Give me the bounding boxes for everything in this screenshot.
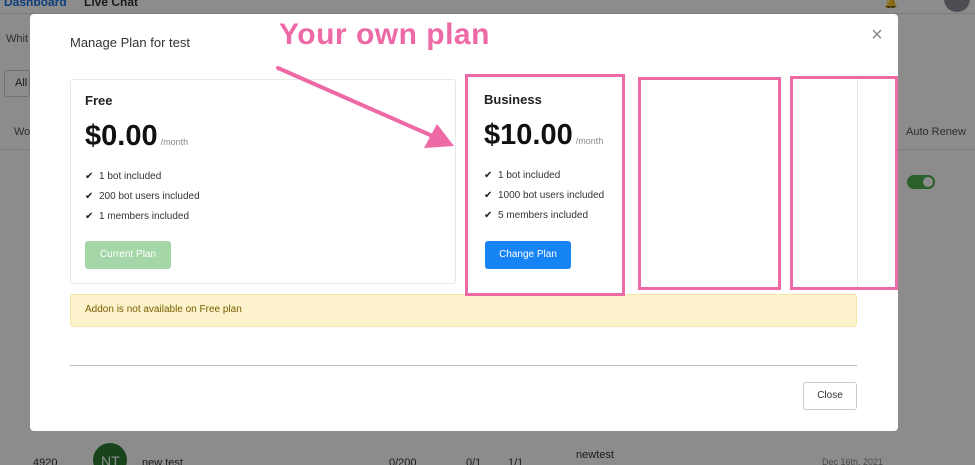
check-icon: ✔ xyxy=(85,211,94,222)
feature-item: ✔ 1 members included xyxy=(85,211,200,231)
plan-features: ✔ 1 bot included ✔ 200 bot users included … xyxy=(85,171,200,231)
feature-text: 1 bot included xyxy=(99,171,162,182)
check-icon: ✔ xyxy=(85,171,94,182)
plan-price-amount: $0.00 xyxy=(85,120,158,152)
divider xyxy=(70,365,857,366)
highlight-box-business xyxy=(465,74,625,296)
divider xyxy=(857,79,858,287)
feature-item: ✔ 200 bot users included xyxy=(85,191,200,211)
close-icon[interactable]: × xyxy=(868,25,886,45)
annotation-text: Your own plan xyxy=(279,18,490,51)
plan-period: /month xyxy=(160,137,189,147)
feature-item: ✔ 1 bot included xyxy=(85,171,200,191)
feature-text: 200 bot users included xyxy=(99,191,200,202)
feature-text: 1 members included xyxy=(99,211,190,222)
current-plan-button: Current Plan xyxy=(85,241,171,269)
highlight-box-empty xyxy=(790,76,898,290)
plan-card-free: Free $0.00/month ✔ 1 bot included ✔ 200 bo… xyxy=(70,79,456,284)
addon-notice: Addon is not available on Free plan xyxy=(70,294,857,327)
check-icon: ✔ xyxy=(85,191,94,202)
highlight-box-empty xyxy=(638,77,781,290)
plan-price: $0.00/month xyxy=(85,120,188,153)
close-button[interactable]: Close xyxy=(803,382,857,410)
plan-name: Free xyxy=(85,93,113,108)
modal-title: Manage Plan for test xyxy=(70,35,190,50)
